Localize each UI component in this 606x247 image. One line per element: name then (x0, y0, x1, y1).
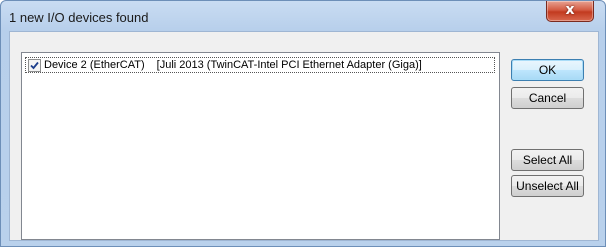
ok-button[interactable]: OK (511, 59, 584, 81)
dialog-body: Device 2 (EtherCAT) [Juli 2013 (TwinCAT-… (9, 31, 599, 241)
cancel-button[interactable]: Cancel (511, 87, 584, 109)
checkmark-icon (30, 61, 39, 69)
window-title: 1 new I/O devices found (9, 10, 149, 25)
close-button[interactable]: x (546, 1, 594, 22)
device-description: [Juli 2013 (TwinCAT-Intel PCI Ethernet A… (156, 59, 422, 71)
title-bar[interactable]: 1 new I/O devices found x (1, 1, 605, 31)
device-name: Device 2 (EtherCAT) (44, 59, 145, 71)
device-checkbox[interactable] (28, 58, 41, 72)
close-icon: x (565, 2, 575, 18)
device-list[interactable]: Device 2 (EtherCAT) [Juli 2013 (TwinCAT-… (21, 52, 500, 240)
dialog-window: 1 new I/O devices found x Device 2 (Ethe… (0, 0, 606, 247)
select-all-button[interactable]: Select All (511, 149, 584, 171)
list-item[interactable]: Device 2 (EtherCAT) [Juli 2013 (TwinCAT-… (25, 57, 495, 73)
unselect-all-button[interactable]: Unselect All (511, 175, 584, 197)
